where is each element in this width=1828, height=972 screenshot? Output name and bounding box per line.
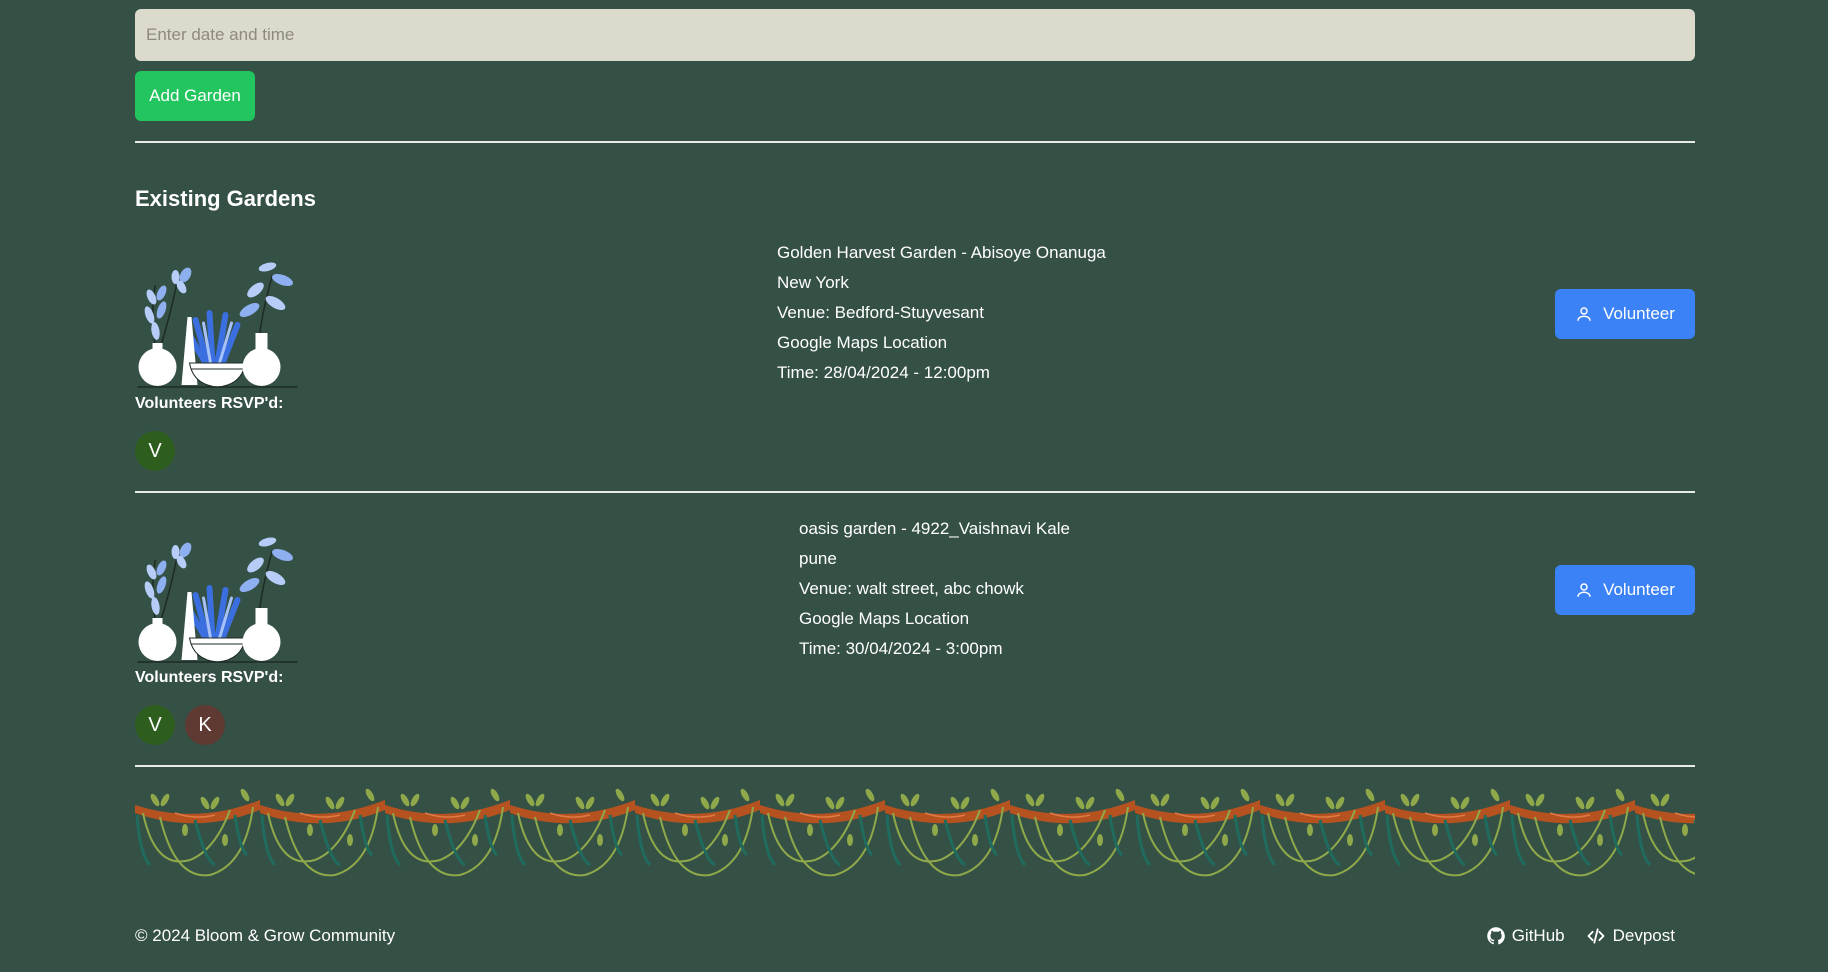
volunteer-avatar[interactable]: V [135,705,175,745]
divider [135,141,1695,143]
footer-copyright: © 2024 Bloom & Grow Community [135,926,396,945]
github-label: GitHub [1511,926,1565,945]
garden-card: Volunteers RSVP'd: V K oasis garden - 49… [135,519,1695,760]
garden-card: Volunteers RSVP'd: V Golden Harvest Gard… [135,243,1695,485]
garden-time: Time: 30/04/2024 - 3:00pm [799,639,1003,658]
add-garden-button[interactable]: Add Garden [135,71,255,121]
volunteer-label: Volunteer [1603,580,1675,599]
rsvp-label: Volunteers RSVP'd: [135,669,284,686]
volunteer-button[interactable]: Volunteer [1555,565,1695,615]
user-icon [1577,583,1591,597]
devpost-link[interactable]: Devpost [1585,926,1675,946]
garden-city: pune [799,549,837,568]
maps-link[interactable]: Google Maps Location [777,328,1106,358]
garden-title: oasis garden - 4922_Vaishnavi Kale [799,519,1070,538]
garden-title: Golden Harvest Garden - Abisoye Onanuga [777,243,1106,262]
date-time-input[interactable] [135,9,1695,61]
user-icon [1577,307,1591,321]
section-title: Existing Gardens [135,186,316,211]
garden-time: Time: 28/04/2024 - 12:00pm [777,363,990,382]
garden-details: oasis garden - 4922_Vaishnavi Kale pune … [799,514,1070,664]
plant-pots-illustration [135,255,300,390]
devpost-label: Devpost [1612,926,1675,945]
volunteer-label: Volunteer [1603,304,1675,323]
garden-details: Golden Harvest Garden - Abisoye Onanuga … [777,238,1106,388]
garden-city: New York [777,273,849,292]
maps-link[interactable]: Google Maps Location [799,604,1070,634]
github-icon [1486,927,1505,945]
garden-venue: Venue: walt street, abc chowk [799,579,1024,598]
volunteer-avatars: V [135,431,175,471]
divider [135,765,1695,767]
volunteer-avatar[interactable]: K [185,705,225,745]
volunteer-avatar[interactable]: V [135,431,175,471]
volunteer-avatars: V K [135,705,225,745]
divider [135,491,1695,493]
footer-links: GitHub Devpost [1486,926,1675,946]
github-link[interactable]: GitHub [1486,926,1565,946]
vine-border-decoration [135,785,1695,885]
volunteer-button[interactable]: Volunteer [1555,289,1695,339]
code-icon [1587,928,1605,944]
garden-venue: Venue: Bedford-Stuyvesant [777,303,984,322]
plant-pots-illustration [135,530,300,665]
rsvp-label: Volunteers RSVP'd: [135,395,284,412]
